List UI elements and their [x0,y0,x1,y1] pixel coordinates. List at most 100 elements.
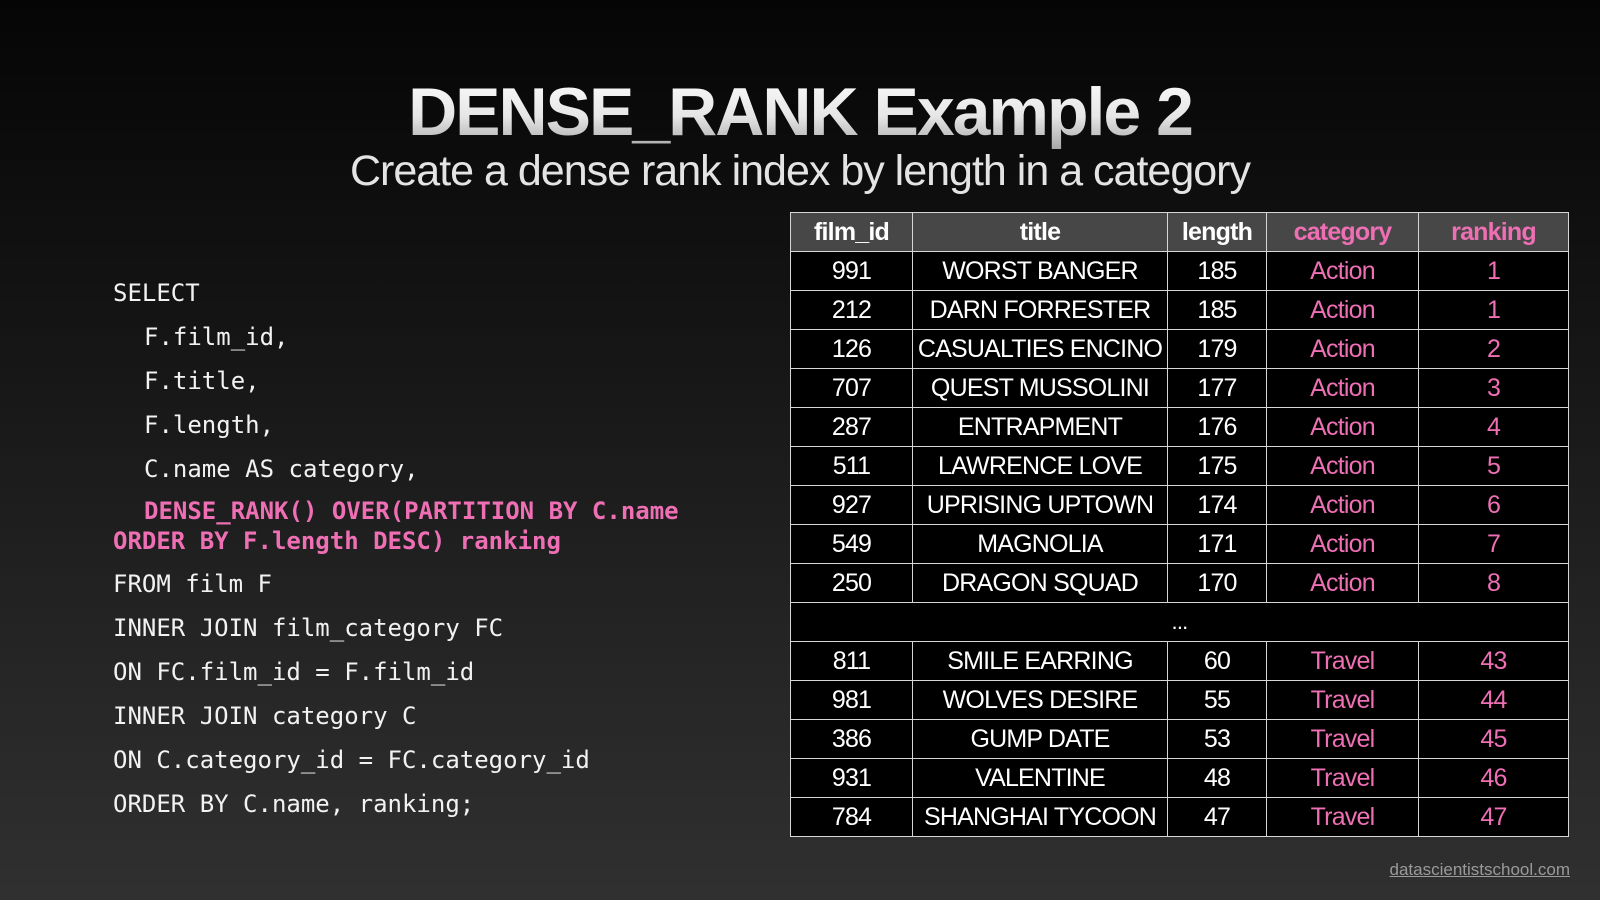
cell-length: 174 [1167,485,1267,525]
cell-length: 48 [1167,758,1267,798]
code-line-select: SELECT [113,279,200,307]
cell-category: Travel [1266,680,1419,720]
cell-title: LAWRENCE LOVE [912,446,1168,486]
header-ranking: ranking [1418,212,1569,252]
code-line-length: F.length, [144,411,275,439]
cell-category: Action [1266,563,1419,603]
cell-ranking: 45 [1418,719,1569,759]
cell-film-id: 511 [790,446,913,486]
code-highlight-line-1: DENSE_RANK() OVER(PARTITION BY C.name [144,497,679,525]
cell-ranking: 1 [1418,290,1569,330]
cell-film-id: 287 [790,407,913,447]
cell-film-id: 927 [790,485,913,525]
cell-category: Action [1266,290,1419,330]
table-row: 931 VALENTINE 48 Travel 46 [790,758,1569,798]
ellipsis-cell: ... [790,602,1569,642]
cell-category: Travel [1266,758,1419,798]
cell-category: Action [1266,329,1419,369]
table-row: 212 DARN FORRESTER 185 Action 1 [790,290,1569,330]
cell-ranking: 5 [1418,446,1569,486]
cell-category: Travel [1266,641,1419,681]
table-row: 126 CASUALTIES ENCINO 179 Action 2 [790,329,1569,369]
code-line-join-film-category: INNER JOIN film_category FC [113,614,504,642]
code-line-join-category: INNER JOIN category C [113,702,417,730]
cell-category: Action [1266,251,1419,291]
cell-length: 176 [1167,407,1267,447]
ellipsis-row: ... [790,602,1569,642]
code-line-category: C.name AS category, [144,455,419,483]
table-row: 991 WORST BANGER 185 Action 1 [790,251,1569,291]
slide-title: DENSE_RANK Example 2 [0,70,1600,154]
code-line-order-by: ORDER BY C.name, ranking; [113,790,475,818]
code-line-film-id: F.film_id, [144,323,289,351]
cell-length: 170 [1167,563,1267,603]
code-highlight-dense-rank: DENSE_RANK() OVER(PARTITION BY C.name OR… [113,496,753,556]
cell-ranking: 44 [1418,680,1569,720]
cell-title: QUEST MUSSOLINI [912,368,1168,408]
cell-ranking: 43 [1418,641,1569,681]
slide-subtitle: Create a dense rank index by length in a… [350,147,1251,195]
header-film-id: film_id [790,212,913,252]
table-row: 707 QUEST MUSSOLINI 177 Action 3 [790,368,1569,408]
header-length: length [1167,212,1267,252]
cell-title: GUMP DATE [912,719,1168,759]
code-line-on-category-id: ON C.category_id = FC.category_id [113,746,590,774]
cell-title: ENTRAPMENT [912,407,1168,447]
cell-ranking: 3 [1418,368,1569,408]
table-row: 511 LAWRENCE LOVE 175 Action 5 [790,446,1569,486]
cell-length: 185 [1167,290,1267,330]
cell-length: 60 [1167,641,1267,681]
cell-title: DARN FORRESTER [912,290,1168,330]
cell-film-id: 707 [790,368,913,408]
table-row: 981 WOLVES DESIRE 55 Travel 44 [790,680,1569,720]
cell-title: DRAGON SQUAD [912,563,1168,603]
result-table: film_id title length category ranking 99… [790,212,1569,837]
cell-ranking: 47 [1418,797,1569,837]
cell-title: SMILE EARRING [912,641,1168,681]
cell-film-id: 126 [790,329,913,369]
header-title: title [912,212,1168,252]
cell-category: Travel [1266,719,1419,759]
cell-film-id: 981 [790,680,913,720]
table-row: 927 UPRISING UPTOWN 174 Action 6 [790,485,1569,525]
cell-length: 55 [1167,680,1267,720]
cell-film-id: 784 [790,797,913,837]
table-body: 991 WORST BANGER 185 Action 1 212 DARN F… [790,251,1569,837]
cell-title: SHANGHAI TYCOON [912,797,1168,837]
cell-category: Action [1266,368,1419,408]
cell-title: CASUALTIES ENCINO [912,329,1168,369]
sql-code-block: SELECT F.film_id, F.title, F.length, C.n… [113,278,753,833]
cell-ranking: 4 [1418,407,1569,447]
cell-film-id: 250 [790,563,913,603]
code-highlight-line-2: ORDER BY F.length DESC) ranking [113,527,561,555]
table-row: 386 GUMP DATE 53 Travel 45 [790,719,1569,759]
table-row: 784 SHANGHAI TYCOON 47 Travel 47 [790,797,1569,837]
table-row: 287 ENTRAPMENT 176 Action 4 [790,407,1569,447]
cell-category: Action [1266,524,1419,564]
code-line-from: FROM film F [113,570,272,598]
cell-title: WOLVES DESIRE [912,680,1168,720]
cell-category: Action [1266,485,1419,525]
table-row: 250 DRAGON SQUAD 170 Action 8 [790,563,1569,603]
cell-length: 171 [1167,524,1267,564]
cell-ranking: 2 [1418,329,1569,369]
cell-ranking: 7 [1418,524,1569,564]
cell-length: 177 [1167,368,1267,408]
cell-film-id: 549 [790,524,913,564]
cell-film-id: 931 [790,758,913,798]
code-line-title: F.title, [144,367,260,395]
cell-length: 175 [1167,446,1267,486]
cell-title: MAGNOLIA [912,524,1168,564]
cell-film-id: 991 [790,251,913,291]
footer-website-link[interactable]: datascientistschool.com [1390,860,1570,880]
table-row: 811 SMILE EARRING 60 Travel 43 [790,641,1569,681]
cell-title: VALENTINE [912,758,1168,798]
cell-title: WORST BANGER [912,251,1168,291]
table-header-row: film_id title length category ranking [790,212,1569,252]
header-category: category [1266,212,1419,252]
code-line-on-film-id: ON FC.film_id = F.film_id [113,658,475,686]
cell-category: Travel [1266,797,1419,837]
cell-length: 47 [1167,797,1267,837]
cell-ranking: 6 [1418,485,1569,525]
table-row: 549 MAGNOLIA 171 Action 7 [790,524,1569,564]
